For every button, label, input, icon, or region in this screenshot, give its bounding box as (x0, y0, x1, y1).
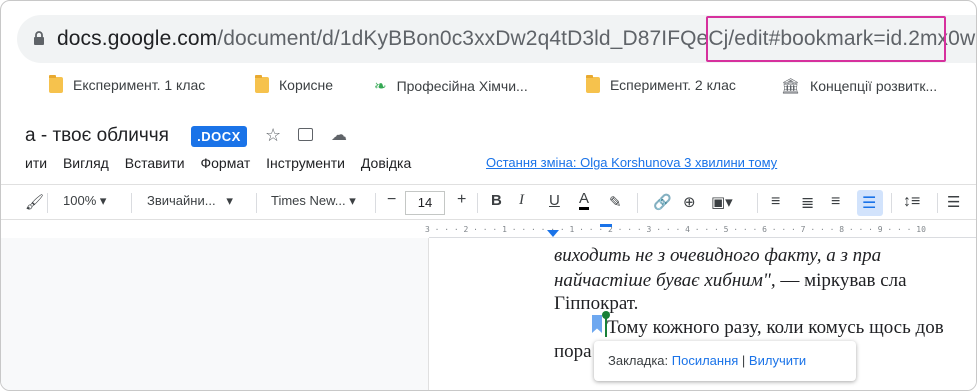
folder-icon (49, 75, 63, 93)
bookmark-item[interactable]: Експеримент. 1 клас (49, 75, 206, 93)
toolbar-separator (131, 193, 132, 213)
align-left-icon[interactable]: ≡ (771, 193, 780, 211)
lock-icon (34, 31, 44, 45)
text-cursor (605, 315, 607, 337)
comment-icon[interactable]: ⊕ (683, 193, 696, 211)
bookmark-label: Концепції розвитк... (810, 78, 938, 94)
bookmark-popup: Закладка: Посилання | Вилучити (594, 341, 856, 381)
italic-button[interactable]: I (519, 192, 524, 209)
toolbar: 🖌 100% ▾ Звичайни... ▾ Times New... ▾ − … (1, 184, 976, 220)
docx-badge: .DOCX (191, 126, 247, 147)
remove-bookmark-link[interactable]: Вилучити (749, 353, 806, 368)
align-right-icon[interactable]: ≡ (831, 193, 840, 211)
line-spacing-icon[interactable]: ↕≡ (903, 193, 920, 211)
doc-text: — міркував сла (775, 270, 907, 291)
menu-item[interactable]: ити (25, 155, 47, 171)
ruler-scale: 3 · · · 2 · · · 1 · · · · · · 1 · · · 2 … (425, 225, 926, 234)
text-color-button[interactable]: A (579, 191, 590, 210)
underline-button[interactable]: U (549, 192, 560, 209)
toolbar-separator (256, 193, 257, 213)
numbered-list-icon[interactable]: ☰ (947, 193, 960, 211)
doc-paragraph-line: найчастіше буває хибним", — міркував сла (554, 270, 907, 292)
bookmark-item[interactable]: Корисне (255, 75, 334, 93)
url-host: docs.google.com (57, 27, 218, 50)
menu-item-insert[interactable]: Вставити (125, 155, 185, 171)
left-indent-marker[interactable] (547, 230, 559, 237)
star-icon[interactable]: ☆ (265, 125, 281, 146)
first-line-indent-marker[interactable] (600, 224, 612, 227)
bookmark-label: Есперимент. 2 клас (610, 77, 736, 93)
highlight-box (706, 16, 946, 62)
bold-button[interactable]: B (491, 192, 502, 209)
doc-title[interactable]: а - твоє обличчя (25, 125, 169, 147)
url-path: /document/d/1dKyBBon0c3xxDw2q4tD3ld_D87I… (217, 27, 781, 50)
move-to-folder-icon[interactable] (298, 128, 313, 141)
link-icon[interactable]: 🔗 (653, 193, 672, 211)
ruler[interactable]: 3 · · · 2 · · · 1 · · · · · · 1 · · · 2 … (425, 224, 976, 238)
justify-icon[interactable]: ☰ (862, 193, 876, 213)
bookmark-item[interactable]: ❧ Професійна Хімчи... (374, 77, 528, 95)
folder-icon (255, 75, 269, 93)
bookmarks-bar: Експеримент. 1 клас Корисне ❧ Професійна … (1, 71, 976, 103)
paint-format-icon[interactable]: 🖌 (25, 193, 44, 211)
bookmark-item[interactable]: Есперимент. 2 клас (586, 75, 736, 93)
doc-paragraph-line: виходить не з очевидного факту, а з пра (554, 245, 882, 266)
toolbar-separator (637, 193, 638, 213)
font-select[interactable]: Times New... ▾ (271, 193, 356, 209)
highlight-pen-icon[interactable]: ✎ (609, 193, 622, 211)
toolbar-separator (47, 193, 48, 213)
doc-paragraph-line: Тому кожного разу, коли комусь щось дов (607, 317, 944, 338)
zoom-select[interactable]: 100% ▾ (63, 193, 106, 209)
outline-pane (1, 238, 429, 390)
bookmark-popup-label: Закладка: (608, 353, 672, 368)
font-size-input[interactable]: 14 (405, 191, 445, 215)
folder-icon (586, 75, 600, 93)
screenshot-frame: docs.google.com/document/d/1dKyBBon0c3xx… (0, 0, 977, 391)
font-value: Times New... (271, 193, 346, 208)
toolbar-separator (375, 193, 376, 213)
toolbar-separator (757, 193, 758, 213)
chevron-down-icon: ▾ (226, 193, 233, 208)
toolbar-separator (477, 193, 478, 213)
bookmark-label: Корисне (279, 77, 334, 93)
increase-font-size-button[interactable]: + (457, 191, 466, 209)
style-value: Звичайни... (147, 193, 216, 208)
bookmark-link[interactable]: Посилання (672, 353, 739, 368)
menu-bar: ити Вигляд Вставити Формат Інструменти Д… (25, 155, 423, 171)
bookmark-item[interactable]: 🏛 Концепції розвитк... (781, 77, 937, 95)
doc-paragraph-line: Гіппократ. (554, 293, 639, 314)
menu-item-view[interactable]: Вигляд (63, 155, 109, 171)
bookmark-popup-divider: | (738, 353, 749, 368)
zoom-value: 100% (63, 193, 97, 208)
doc-italic-text: найчастіше буває хибним", (554, 270, 776, 291)
decrease-font-size-button[interactable]: − (387, 191, 396, 209)
image-icon[interactable]: ▣▾ (711, 193, 733, 211)
chevron-down-icon: ▾ (99, 193, 107, 208)
cloud-status-icon[interactable]: ☁ (331, 125, 347, 145)
building-icon: 🏛 (781, 78, 801, 95)
toolbar-separator (937, 193, 938, 213)
doc-paragraph-line: пора (554, 341, 592, 362)
last-edit-link[interactable]: Остання зміна: Olga Korshunova 3 хвилини… (486, 155, 777, 170)
leaf-icon: ❧ (374, 78, 387, 95)
menu-item-help[interactable]: Довідка (361, 155, 411, 171)
bookmark-label: Професійна Хімчи... (396, 78, 528, 94)
chevron-down-icon: ▾ (349, 193, 356, 208)
toolbar-separator (891, 193, 892, 213)
bookmark-label: Експеримент. 1 клас (73, 77, 206, 93)
style-select[interactable]: Звичайни... ▾ (147, 193, 233, 209)
menu-item-format[interactable]: Формат (201, 155, 251, 171)
menu-item-tools[interactable]: Інструменти (266, 155, 345, 171)
align-center-icon[interactable]: ≣ (801, 193, 814, 213)
